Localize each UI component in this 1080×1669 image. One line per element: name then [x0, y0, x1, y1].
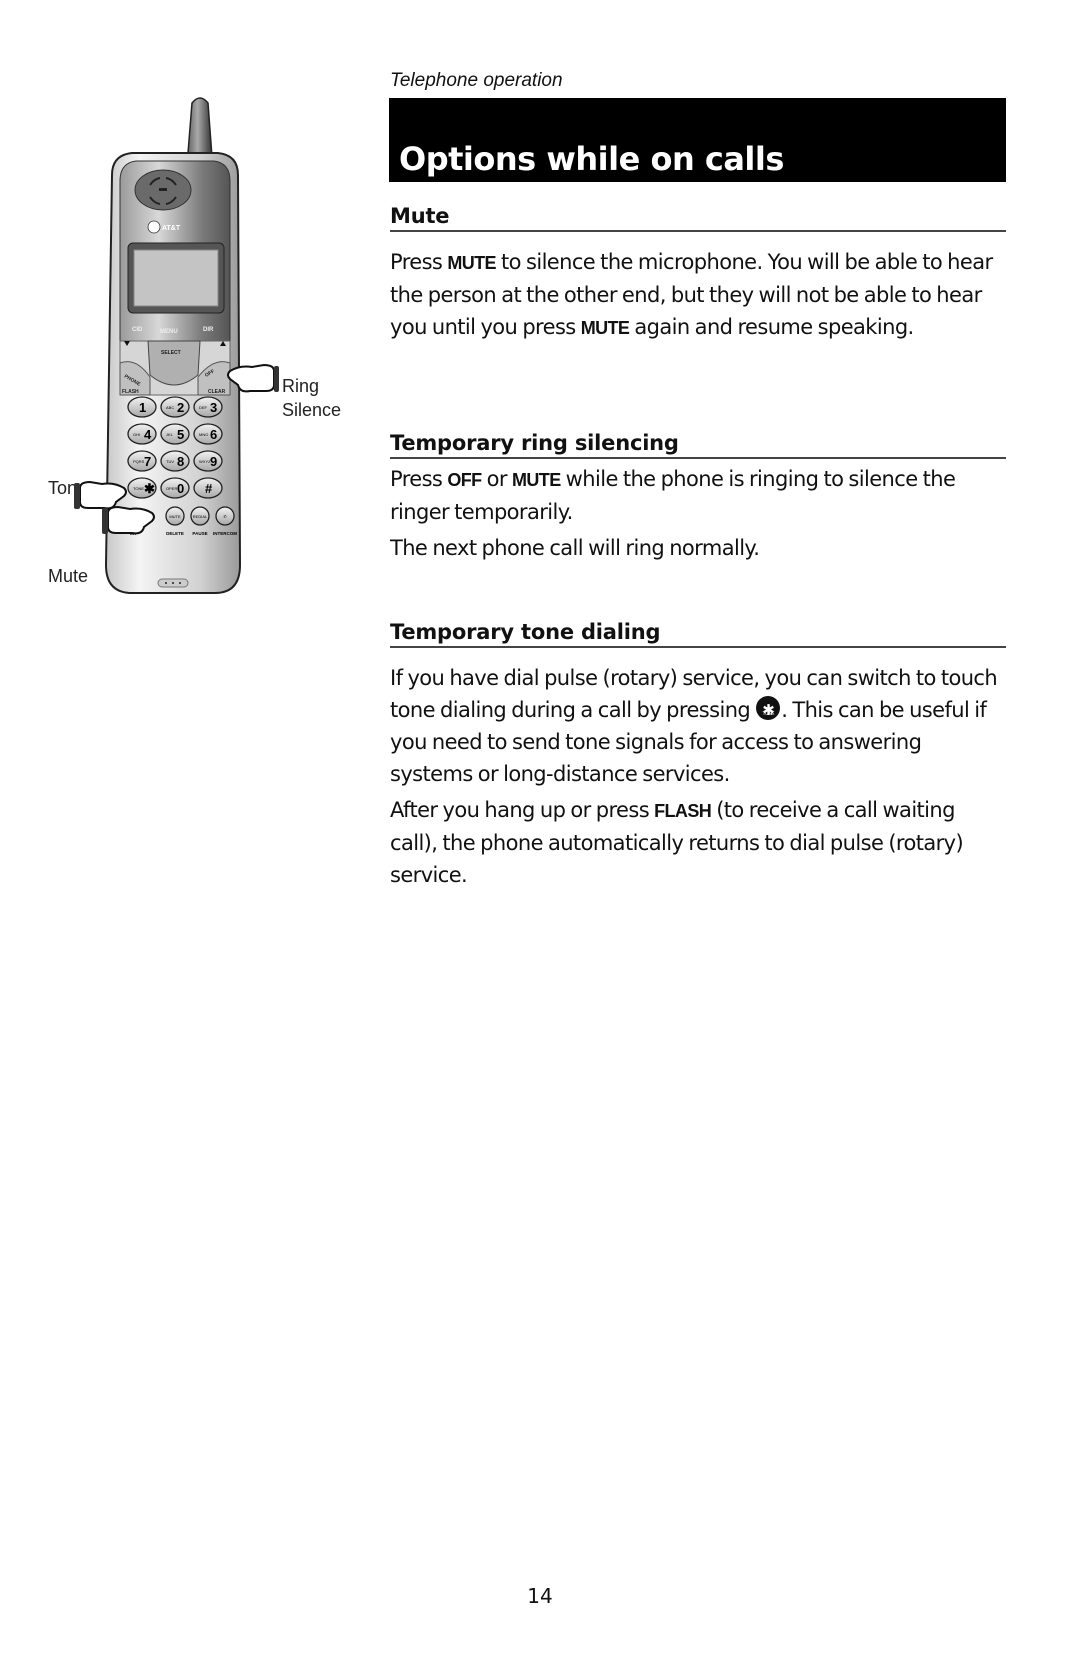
function-key: MUTE DELETE	[165, 506, 185, 536]
keypad-key: MNO 6	[193, 423, 223, 445]
keypad-key: 1	[127, 396, 157, 418]
mute-key-name: MUTE	[447, 253, 496, 273]
key-letters: ABC	[166, 405, 174, 410]
key-letters: TONE	[133, 486, 144, 491]
text-run: Press	[390, 467, 448, 491]
key-letters: JKL	[166, 432, 174, 437]
keypad-key: JKL 5	[160, 423, 190, 445]
clear-label: CLEAR	[208, 389, 226, 395]
mute-key-name: MUTE	[512, 470, 561, 490]
key-digit: 6	[210, 427, 217, 442]
brand-text: AT&T	[162, 225, 181, 232]
key-letters: OPER	[166, 486, 177, 491]
flash-paragraph: After you hang up or press FLASH (to rec…	[390, 794, 1006, 891]
off-key-name: OFF	[447, 470, 482, 490]
function-key-sublabel: INTERCOM	[213, 531, 237, 536]
text-run: or	[481, 467, 512, 491]
text-run: After you hang up or press	[390, 798, 655, 822]
page-number: 14	[527, 1584, 553, 1608]
tone-star-key-icon: TONE ✱	[756, 696, 781, 720]
section-label: Telephone operation	[390, 70, 563, 91]
soft-key-cid: CID	[132, 327, 143, 333]
key-digit: 8	[177, 454, 184, 469]
key-digit: 2	[177, 400, 184, 415]
handset-illustration: AT&T CID MENU DIR SELECT PHONE OFF FLASH…	[74, 97, 279, 594]
section-tone-dialing: Temporary tone dialing If you have dial …	[390, 620, 1006, 891]
text-run: Press	[390, 250, 448, 274]
soft-key-menu: MENU	[160, 329, 178, 335]
keypad-key: GHI 4	[127, 423, 157, 445]
flash-label: FLASH	[122, 389, 139, 395]
section-mute: Mute Press MUTE to silence the microphon…	[390, 204, 1006, 344]
keypad-key: PQRS 7	[127, 450, 157, 472]
key-digit: 1	[139, 400, 146, 415]
function-key: REDIAL PAUSE	[190, 506, 210, 536]
flash-key-name: FLASH	[654, 801, 712, 821]
mute-paragraph: Press MUTE to silence the microphone. Yo…	[390, 246, 1006, 344]
keypad-key: TUV 8	[160, 450, 190, 472]
key-letters: TUV	[166, 459, 174, 464]
section-heading: Mute	[390, 204, 1006, 232]
mute-key-name: MUTE	[580, 318, 630, 338]
key-digit: 7	[144, 454, 151, 469]
key-digit: 3	[210, 400, 217, 415]
key-digit: 5	[177, 427, 184, 442]
key-digit: 0	[177, 481, 184, 496]
function-key-sublabel: PAUSE	[192, 531, 207, 536]
section-heading: Temporary tone dialing	[390, 620, 1006, 648]
key-digit: 9	[210, 454, 217, 469]
soft-key-dir: DIR	[203, 327, 214, 333]
section-heading: Temporary ring silencing	[390, 431, 1006, 459]
key-digit: 4	[144, 427, 152, 442]
att-logo-icon	[147, 220, 161, 234]
keypad-key: OPER 0	[160, 477, 190, 499]
keypad-key: DEF 3	[193, 396, 223, 418]
ring-normal-paragraph: The next phone call will ring normally.	[390, 536, 760, 560]
tone-dialing-paragraph: If you have dial pulse (rotary) service,…	[390, 662, 1006, 790]
function-key-label: MUTE	[169, 514, 181, 519]
select-key	[147, 340, 201, 386]
key-letters: GHI	[133, 432, 140, 437]
key-letters: PQRS	[133, 459, 145, 464]
keypad-key: TONE ✱	[127, 477, 157, 499]
star-glyph: ✱	[762, 701, 775, 719]
function-key-sublabel: DELETE	[166, 531, 184, 536]
function-key-label: REDIAL	[193, 514, 208, 519]
ring-silencing-paragraph: Press OFF or MUTE while the phone is rin…	[390, 463, 1006, 528]
keypad-key: #	[193, 477, 223, 499]
keypad-key: ABC 2	[160, 396, 190, 418]
key-digit: #	[205, 481, 213, 496]
section-ring-silencing: Temporary ring silencing Press OFF or MU…	[390, 431, 1006, 564]
title-bar: Options while on calls	[389, 98, 1006, 182]
select-label: SELECT	[161, 350, 181, 356]
key-letters: MNO	[199, 432, 208, 437]
antenna	[187, 97, 213, 158]
display-screen	[133, 249, 219, 307]
text-run: again and resume speaking.	[629, 315, 914, 339]
page-title: Options while on calls	[399, 140, 784, 178]
keypad-key: WXYZ 9	[193, 450, 223, 472]
key-letters: DEF	[199, 405, 208, 410]
key-digit: ✱	[144, 481, 155, 496]
